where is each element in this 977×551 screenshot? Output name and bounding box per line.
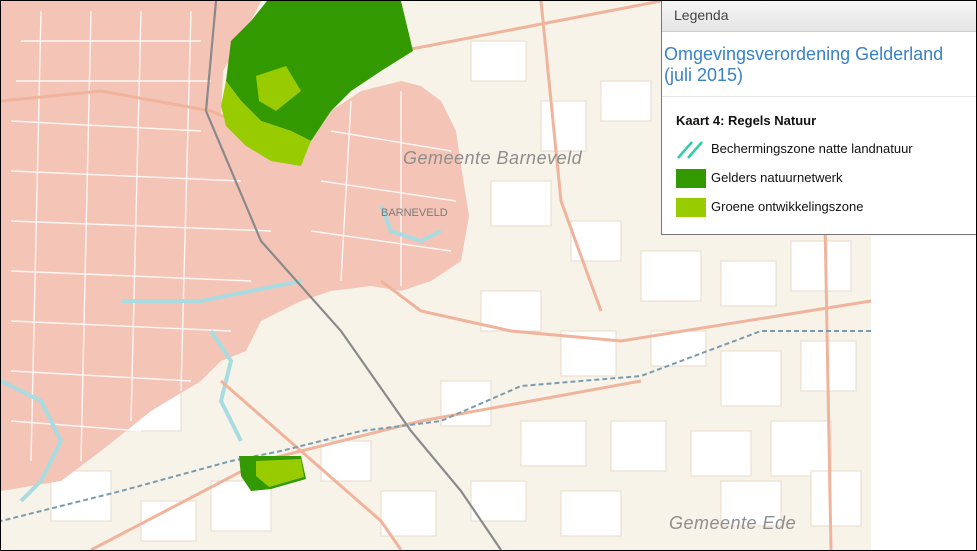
place-label-gemeente-ede: Gemeente Ede	[669, 513, 797, 533]
legend-item-label: Bechermingszone natte landnatuur	[711, 141, 913, 156]
filled-square-icon	[676, 169, 706, 188]
legend-header[interactable]: Legenda	[662, 1, 976, 32]
place-label-barneveld: BARNEVELD	[381, 207, 448, 219]
map-blank-area	[871, 236, 976, 550]
legend-item-label: Groene ontwikkelingszone	[711, 199, 864, 214]
place-label-gemeente-barneveld: Gemeente Barneveld	[403, 148, 583, 168]
diagonal-lines-icon	[677, 141, 703, 159]
map-viewer[interactable]: Gemeente Barneveld BARNEVELD Gemeente Ed…	[0, 0, 977, 551]
legend-item-label: Gelders natuurnetwerk	[711, 170, 843, 185]
legend-item-natuurnetwerk: Gelders natuurnetwerk	[662, 163, 976, 192]
filled-square-icon	[676, 198, 706, 217]
legend-item-beschermingszone: Bechermingszone natte landnatuur	[662, 134, 976, 163]
legend-item-ontwikkelingszone: Groene ontwikkelingszone	[662, 192, 976, 221]
legend-subtitle: Kaart 4: Regels Natuur	[676, 113, 817, 128]
legend-title: Omgevingsverordening Gelderland (juli 20…	[662, 32, 976, 97]
legend-panel: Legenda Omgevingsverordening Gelderland …	[661, 1, 976, 235]
